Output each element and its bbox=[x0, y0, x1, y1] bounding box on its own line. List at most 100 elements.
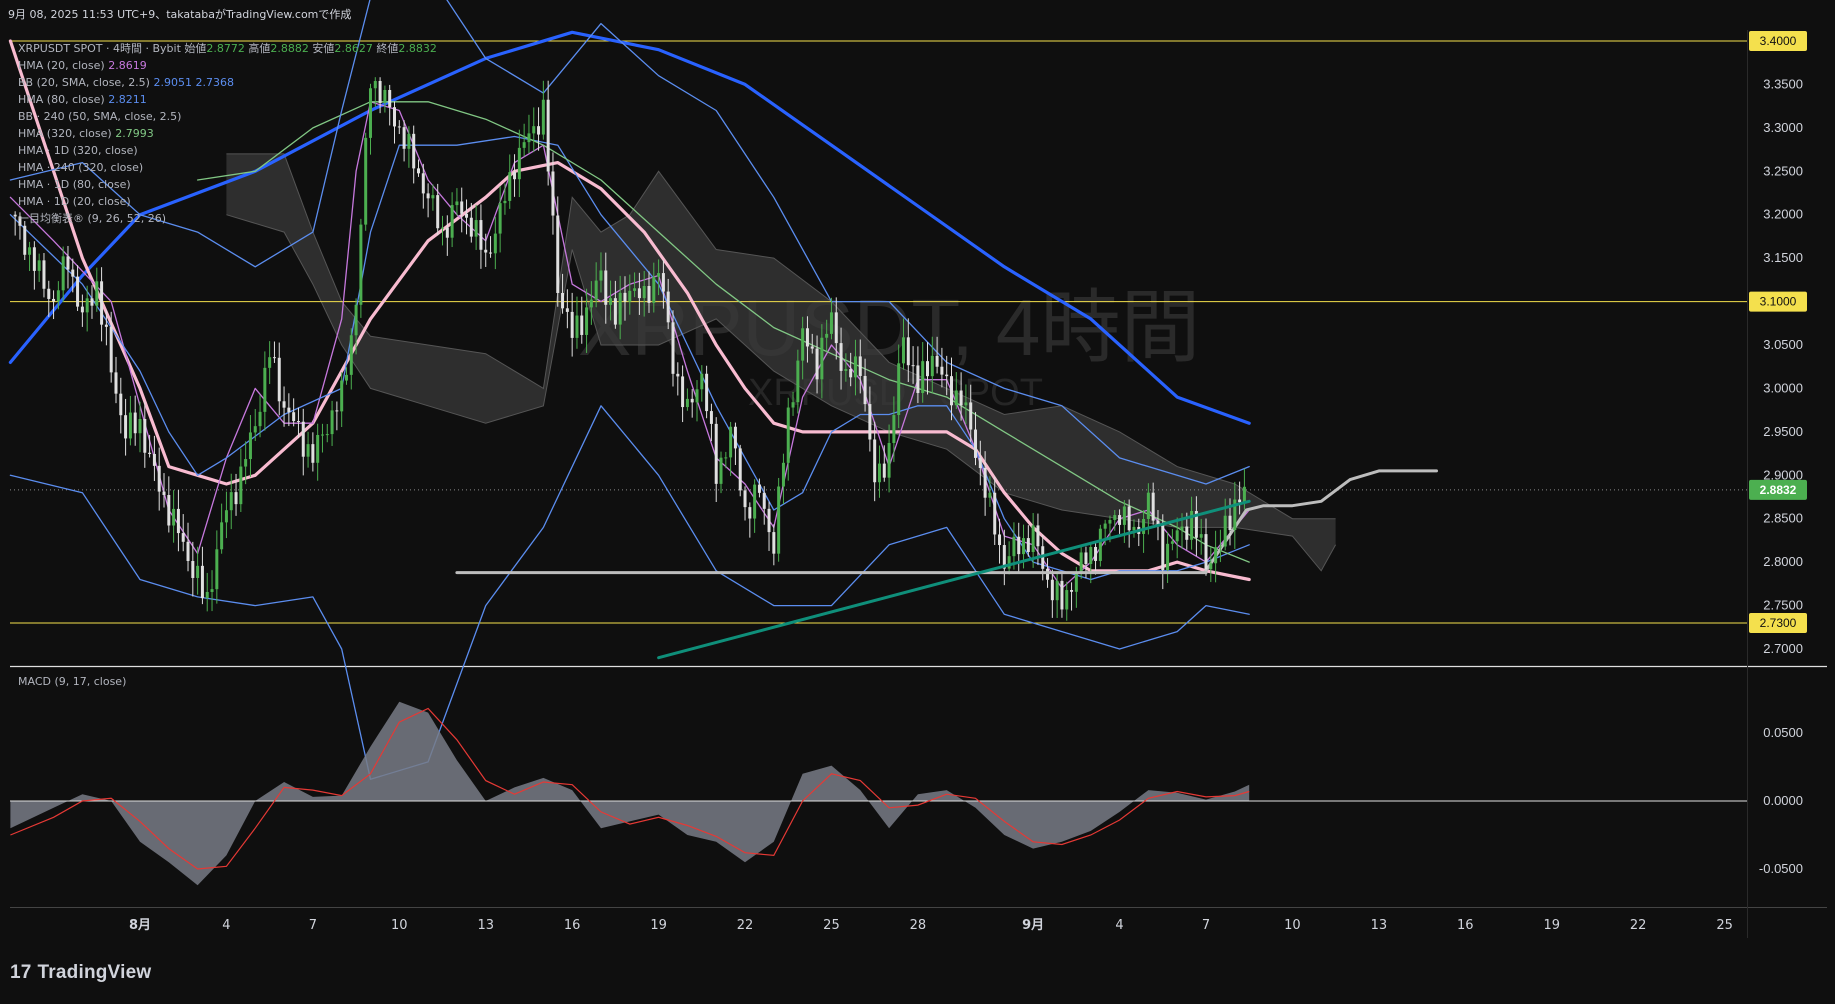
symbol-ohlc-line[interactable]: XRPUSDT SPOT · 4時間 · Bybit 始値2.8772 高値2.… bbox=[18, 40, 437, 57]
close-value: 2.8832 bbox=[398, 42, 437, 55]
legend-hma1d-320[interactable]: HMA · 1D (320, close) bbox=[18, 142, 437, 159]
candle-body bbox=[455, 201, 459, 206]
candle-body bbox=[258, 411, 262, 427]
candle-body bbox=[1214, 547, 1218, 564]
candle-body bbox=[820, 337, 824, 380]
candle-body bbox=[200, 565, 204, 599]
legend-bb-label: BB (20, SMA, close, 2.5) bbox=[18, 76, 150, 89]
candle-body bbox=[1089, 546, 1093, 565]
candle-body bbox=[743, 490, 747, 508]
candle-body bbox=[892, 415, 896, 444]
price-tick-label: 2.9000 bbox=[1763, 467, 1803, 482]
candle-body bbox=[157, 465, 161, 492]
price-tick-label: 3.0000 bbox=[1763, 380, 1803, 395]
time-tick-label: 4 bbox=[222, 918, 230, 933]
tradingview-logo[interactable]: 17 TradingView bbox=[10, 962, 151, 984]
candle-body bbox=[465, 213, 469, 218]
candle-body bbox=[296, 421, 300, 423]
candle-body bbox=[234, 492, 238, 505]
candle-body bbox=[858, 356, 862, 376]
candle-body bbox=[729, 426, 733, 458]
candle-body bbox=[537, 126, 541, 135]
candle-body bbox=[61, 256, 65, 291]
legend-hma1d-80[interactable]: HMA · 1D (80, close) bbox=[18, 176, 437, 193]
candle-body bbox=[1046, 568, 1050, 580]
candle-body bbox=[556, 215, 560, 293]
candle-body bbox=[1079, 552, 1083, 575]
legend-hma1d-20[interactable]: HMA · 1D (20, close) bbox=[18, 193, 437, 210]
close-label: 終値 bbox=[376, 42, 399, 55]
legend-hma20-label: HMA (20, close) bbox=[18, 59, 105, 72]
macd-tick-label: 0.0500 bbox=[1763, 725, 1803, 740]
candle-body bbox=[1132, 526, 1136, 531]
candle-body bbox=[441, 227, 445, 229]
level-label-2: 2.7300 bbox=[1760, 616, 1797, 630]
candle-body bbox=[1036, 525, 1040, 547]
candle-body bbox=[1146, 492, 1150, 519]
candle-body bbox=[498, 203, 502, 234]
candle-body bbox=[224, 510, 228, 523]
candle-body bbox=[205, 591, 209, 599]
candle-body bbox=[1242, 486, 1246, 503]
candle-body bbox=[1055, 580, 1059, 601]
legend-bb-lower: 2.7368 bbox=[195, 76, 234, 89]
candle-body bbox=[114, 372, 118, 394]
legend-bb240[interactable]: BB · 240 (50, SMA, close, 2.5) bbox=[18, 108, 437, 125]
candle-body bbox=[964, 402, 968, 406]
candle-body bbox=[829, 312, 833, 334]
candle-body bbox=[834, 312, 838, 344]
candle-body bbox=[527, 133, 531, 143]
legend-hma240-320[interactable]: HMA · 240 (320, close) bbox=[18, 159, 437, 176]
candle-body bbox=[724, 457, 728, 459]
candle-body bbox=[181, 533, 185, 542]
candle-body bbox=[988, 492, 992, 498]
symbol-title: XRPUSDT SPOT · 4時間 · Bybit bbox=[18, 42, 181, 55]
macd-legend[interactable]: MACD (9, 17, close) bbox=[18, 675, 126, 688]
candle-body bbox=[844, 369, 848, 371]
candle-body bbox=[1094, 546, 1098, 561]
price-tick-label: 2.9500 bbox=[1763, 424, 1803, 439]
legend-bb[interactable]: BB (20, SMA, close, 2.5) 2.9051 2.7368 bbox=[18, 74, 437, 91]
candle-body bbox=[1070, 590, 1074, 592]
legend-hma20[interactable]: HMA (20, close) 2.8619 bbox=[18, 57, 437, 74]
candle-body bbox=[642, 286, 646, 299]
candle-body bbox=[950, 376, 954, 406]
candle-body bbox=[47, 288, 51, 299]
candle-body bbox=[1074, 574, 1078, 592]
price-tick-label: 3.1500 bbox=[1763, 250, 1803, 265]
candle-body bbox=[311, 444, 315, 463]
legend-bb-upper: 2.9051 bbox=[153, 76, 192, 89]
candle-body bbox=[340, 380, 344, 412]
candle-body bbox=[657, 273, 661, 277]
legend-hma320[interactable]: HMA (320, close) 2.7993 bbox=[18, 125, 437, 142]
candle-body bbox=[652, 276, 656, 303]
candle-body bbox=[239, 466, 243, 505]
legend-ichimoku-label: 一目均衡表® (9, 26, 52, 26) bbox=[18, 212, 167, 225]
price-tick-label: 2.7500 bbox=[1763, 598, 1803, 613]
candle-body bbox=[28, 247, 32, 255]
candle-body bbox=[801, 328, 805, 361]
legend-hma80[interactable]: HMA (80, close) 2.8211 bbox=[18, 91, 437, 108]
candle-body bbox=[13, 214, 17, 217]
candle-body bbox=[1170, 541, 1174, 544]
candle-body bbox=[124, 415, 128, 439]
candle-body bbox=[1017, 536, 1021, 555]
candle-body bbox=[777, 486, 781, 554]
legend-ichimoku[interactable]: 一目均衡表® (9, 26, 52, 26) bbox=[18, 210, 437, 227]
macd-pane-background bbox=[10, 667, 1747, 907]
open-value: 2.8772 bbox=[206, 42, 245, 55]
candle-body bbox=[796, 360, 800, 403]
time-tick-label: 8月 bbox=[129, 918, 151, 933]
candle-body bbox=[143, 419, 147, 453]
candle-body bbox=[599, 270, 603, 281]
candle-body bbox=[541, 99, 545, 135]
candle-body bbox=[671, 322, 675, 374]
level-label-0: 3.4000 bbox=[1760, 34, 1797, 48]
candle-body bbox=[748, 507, 752, 519]
candle-body bbox=[128, 412, 132, 439]
candle-body bbox=[1098, 528, 1102, 561]
candle-body bbox=[71, 269, 75, 277]
legend-bb240-label: BB · 240 (50, SMA, close, 2.5) bbox=[18, 110, 182, 123]
candle-body bbox=[815, 348, 819, 380]
candle-body bbox=[330, 410, 334, 435]
